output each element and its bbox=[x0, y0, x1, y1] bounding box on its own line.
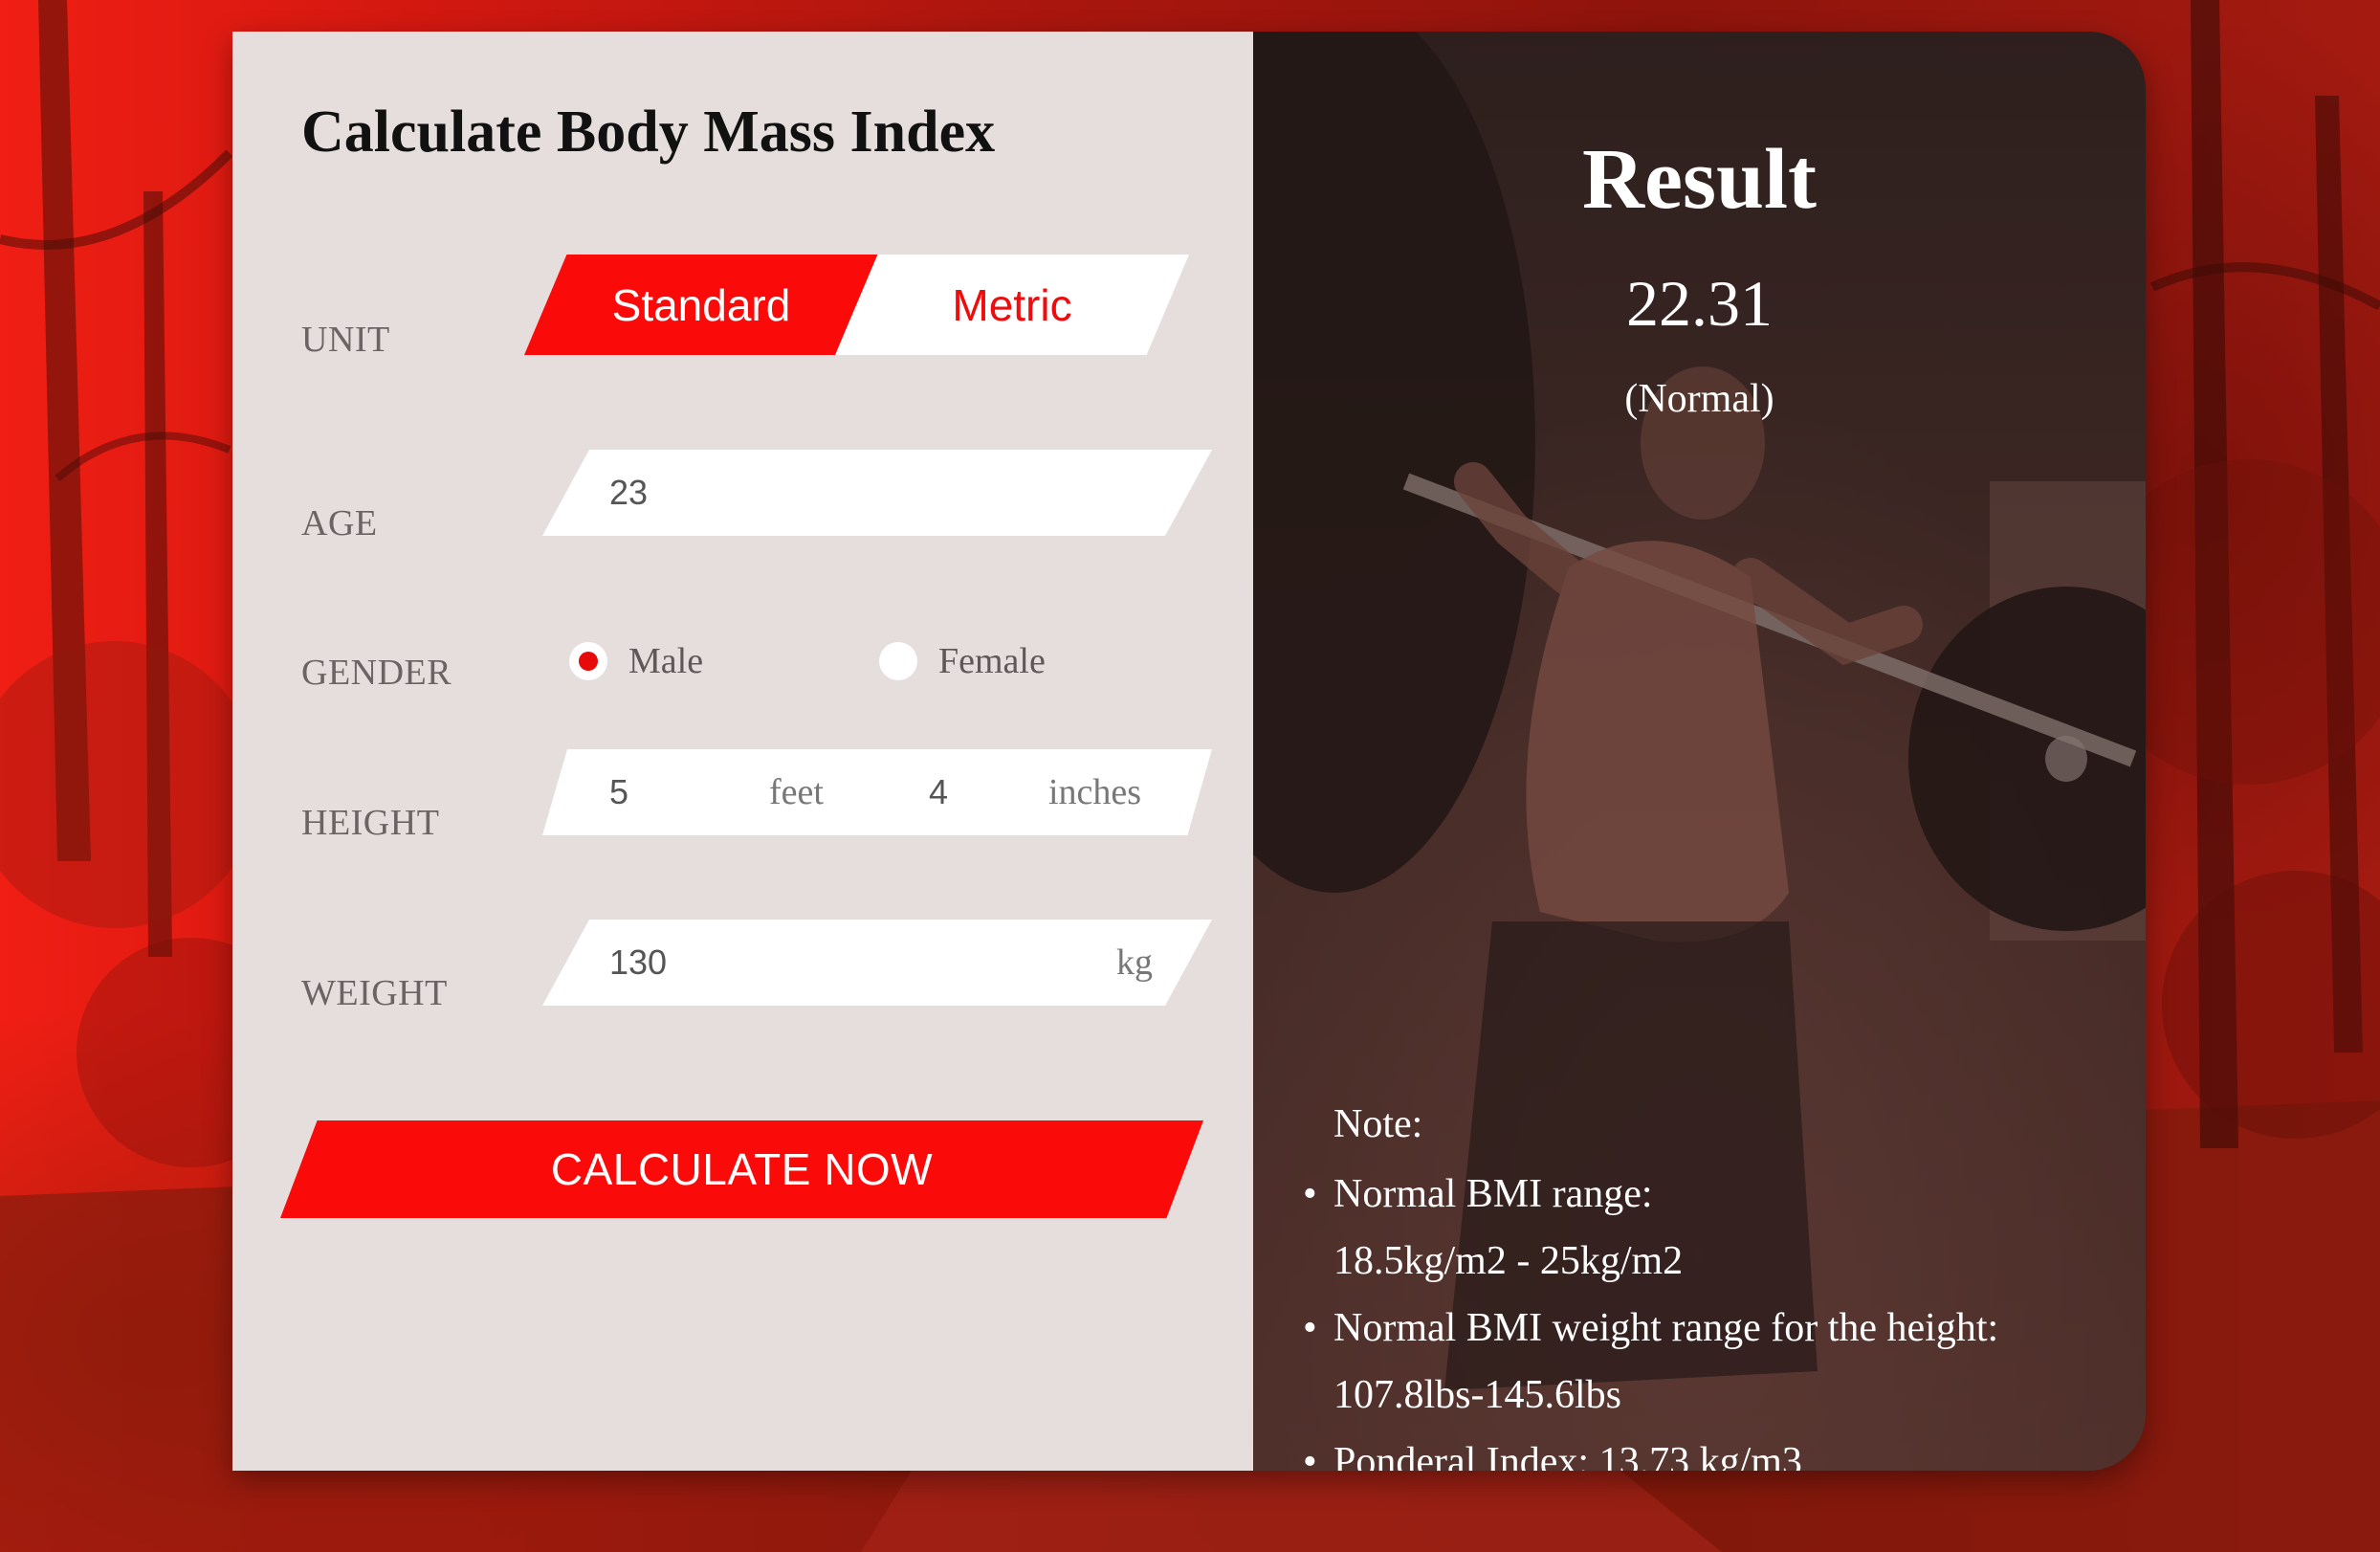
calculate-now-button[interactable]: CALCULATE NOW bbox=[280, 1120, 1203, 1218]
bullet-dot-icon: • bbox=[1303, 1306, 1317, 1350]
height-inches-unit: inches bbox=[1048, 772, 1142, 812]
note-list: • Normal BMI range: 18.5kg/m2 - 25kg/m2 … bbox=[1303, 1161, 2118, 1471]
height-label: HEIGHT bbox=[301, 803, 440, 843]
calculator-panel: Calculate Body Mass Index UNIT Standard … bbox=[232, 32, 1253, 1471]
bullet-dot-icon: • bbox=[1303, 1440, 1317, 1471]
gender-female-radio[interactable]: Female bbox=[879, 640, 1046, 682]
age-value: 23 bbox=[609, 473, 649, 512]
list-item: • Ponderal Index: 13.73 kg/m3 bbox=[1303, 1429, 2118, 1471]
note-value: 107.8lbs-145.6lbs bbox=[1333, 1373, 1622, 1417]
gender-male-label: Male bbox=[628, 641, 704, 681]
list-item: • Normal BMI range: 18.5kg/m2 - 25kg/m2 bbox=[1303, 1161, 2118, 1295]
weight-input[interactable]: 130 kg bbox=[542, 920, 1212, 1006]
height-feet-value: 5 bbox=[609, 772, 629, 811]
result-title: Result bbox=[1582, 132, 1817, 227]
age-label: AGE bbox=[301, 503, 378, 543]
note-text: Normal BMI range: bbox=[1333, 1172, 1653, 1216]
list-item: • Normal BMI weight range for the height… bbox=[1303, 1295, 2118, 1429]
height-feet-unit: feet bbox=[769, 772, 824, 812]
weight-unit: kg bbox=[1116, 942, 1153, 983]
note-title: Note: bbox=[1333, 1102, 1423, 1146]
unit-label: UNIT bbox=[301, 320, 390, 360]
page-title: Calculate Body Mass Index bbox=[301, 100, 996, 165]
bmi-card: Calculate Body Mass Index UNIT Standard … bbox=[232, 32, 2146, 1471]
height-feet-input[interactable]: 5 feet bbox=[542, 749, 898, 835]
note-text: Normal BMI weight range for the height: bbox=[1333, 1306, 1999, 1350]
result-panel: Result 22.31 (Normal) Note: • Normal BMI… bbox=[1253, 32, 2146, 1471]
radio-checked-icon bbox=[569, 642, 607, 680]
bmi-category: (Normal) bbox=[1624, 377, 1774, 421]
weight-value: 130 bbox=[609, 942, 668, 982]
gender-label: GENDER bbox=[301, 653, 452, 693]
note-text: Ponderal Index: 13.73 kg/m3 bbox=[1333, 1440, 1802, 1471]
weight-label: WEIGHT bbox=[301, 973, 448, 1013]
note-value: 18.5kg/m2 - 25kg/m2 bbox=[1333, 1239, 1684, 1283]
bullet-dot-icon: • bbox=[1303, 1172, 1317, 1216]
unit-metric-button[interactable]: Metric bbox=[835, 255, 1189, 355]
gender-male-radio[interactable]: Male bbox=[569, 640, 703, 682]
gender-female-label: Female bbox=[938, 641, 1046, 681]
age-input[interactable]: 23 bbox=[542, 450, 1212, 536]
radio-unchecked-icon bbox=[879, 642, 917, 680]
bmi-score: 22.31 bbox=[1626, 267, 1773, 340]
unit-standard-button[interactable]: Standard bbox=[524, 255, 878, 355]
height-inches-input[interactable]: 4 inches bbox=[862, 749, 1212, 835]
height-inches-value: 4 bbox=[929, 772, 949, 811]
